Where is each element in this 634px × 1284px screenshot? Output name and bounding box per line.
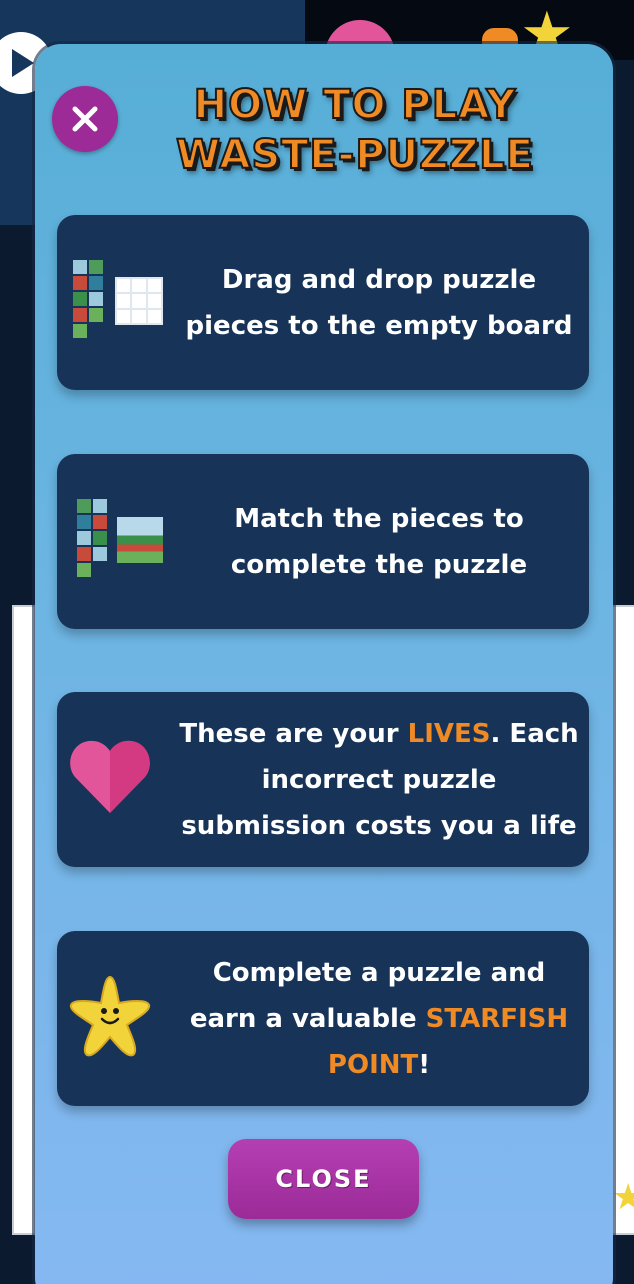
puzzle-complete-icon (77, 499, 167, 584)
background-board-left (12, 605, 36, 1235)
instruction-card-starfish: Complete a puzzle and earn a valuable St… (57, 931, 589, 1106)
close-icon-button[interactable] (52, 86, 118, 152)
instruction-text: Drag and drop puzzle pieces to the empty… (185, 264, 573, 341)
instruction-card-match: Match the pieces to complete the puzzle (57, 454, 589, 629)
background-starfish-small-icon: ★ (612, 1177, 634, 1218)
heart-icon (69, 737, 151, 817)
instruction-text: Match the pieces to complete the puzzle (230, 503, 528, 580)
close-icon (72, 106, 98, 132)
instruction-text: Complete a puzzle and earn a valuable St… (177, 931, 581, 1106)
instruction-card-drag: Drag and drop puzzle pieces to the empty… (57, 215, 589, 390)
lives-highlight: Lives (407, 718, 491, 749)
puzzle-pieces-board-icon (73, 260, 168, 345)
instruction-text-part: ! (418, 1049, 431, 1080)
instruction-text: These are your Lives. Each incorrect puz… (177, 692, 581, 867)
instruction-text-part: These are your (179, 718, 408, 749)
close-button[interactable]: Close (228, 1139, 419, 1219)
starfish-icon (67, 973, 153, 1059)
modal-title: How to play Waste-Puzzle (175, 81, 534, 179)
instruction-card-lives: These are your Lives. Each incorrect puz… (57, 692, 589, 867)
